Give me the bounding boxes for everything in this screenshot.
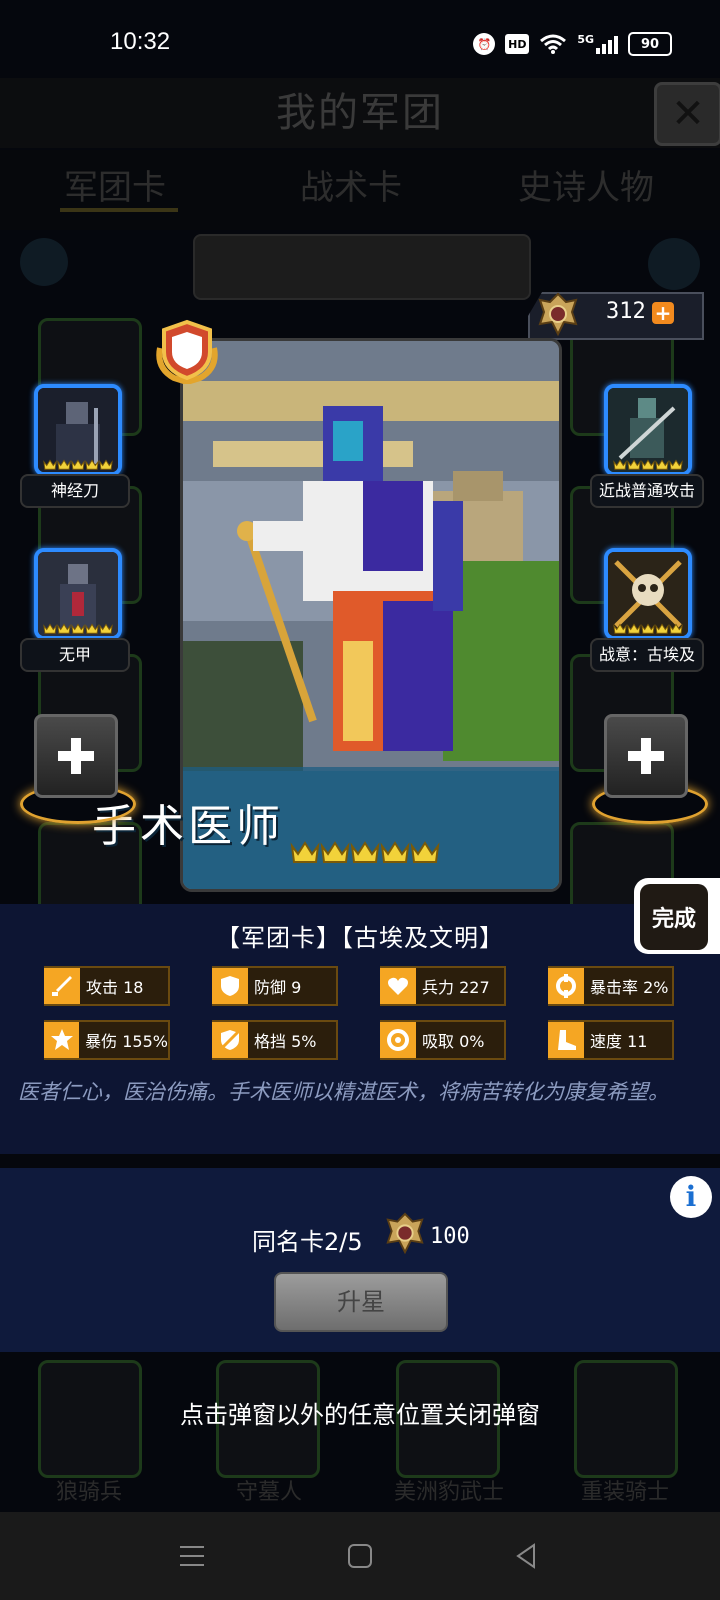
crown-icon — [85, 623, 99, 634]
tab-legion-cards: 军团卡 — [64, 168, 166, 208]
background-title: 我的军团 — [0, 78, 720, 148]
wifi-icon — [540, 34, 567, 54]
background-card-name: 重装骑士 — [580, 1480, 669, 1505]
crown-icon — [655, 623, 669, 634]
burst-icon — [44, 1022, 80, 1058]
slot-star-rating — [38, 623, 118, 634]
crown-icon — [71, 623, 85, 634]
status-icons: ⏰ HD 5G 90 — [473, 32, 672, 56]
plus-icon — [628, 738, 664, 774]
info-icon[interactable]: i — [670, 1176, 712, 1218]
boot-icon — [548, 1022, 584, 1058]
slot-label: 战意：古埃及 — [590, 638, 704, 672]
back-icon[interactable] — [510, 1540, 542, 1572]
done-button[interactable]: 完成 — [640, 884, 708, 950]
background-card-name: 守墓人 — [235, 1480, 302, 1505]
battery-icon: 90 — [628, 32, 672, 56]
upgrade-cost: 100 — [430, 1224, 470, 1249]
stat-troops: 兵力 227 — [380, 966, 506, 1006]
crown-icon — [669, 623, 683, 634]
stat-attack: 攻击 18 — [44, 966, 170, 1006]
menu-icon[interactable] — [176, 1540, 208, 1572]
stat-crit-rate: 暴击率 2% — [548, 966, 674, 1006]
same-name-card-count: 同名卡2/5 — [252, 1228, 363, 1256]
crown-icon — [655, 459, 669, 470]
legion-emblem-icon — [538, 292, 578, 337]
sword-icon — [44, 968, 80, 1004]
crown-icon — [380, 841, 410, 863]
upgrade-star-button[interactable]: 升星 — [274, 1272, 448, 1332]
tab-tactic-cards: 战术卡 — [300, 168, 402, 208]
background-search-box — [193, 234, 531, 300]
crown-icon — [641, 459, 655, 470]
block-icon — [212, 1022, 248, 1058]
tab-underline — [60, 208, 178, 212]
drain-icon — [380, 1022, 416, 1058]
crown-icon — [613, 459, 627, 470]
signal-icon — [596, 34, 618, 54]
hd-icon: HD — [505, 34, 530, 54]
stat-crit-damage: 暴伤 155% — [44, 1020, 170, 1060]
crown-icon — [290, 841, 320, 863]
crown-icon — [627, 623, 641, 634]
equipment-slot-right-2[interactable] — [604, 548, 692, 640]
crown-icon — [99, 459, 113, 470]
crown-icon — [99, 623, 113, 634]
home-icon[interactable] — [344, 1540, 376, 1572]
crown-icon — [320, 841, 350, 863]
crown-icon — [669, 459, 683, 470]
background-card-name: 美洲豹武士 — [393, 1480, 504, 1505]
card-type-line: 【军团卡】【古埃及文明】 — [216, 924, 504, 952]
add-equipment-right-button[interactable] — [604, 714, 688, 798]
crown-icon — [71, 459, 85, 470]
crit-icon — [548, 968, 584, 1004]
stat-drain: 吸取 0% — [380, 1020, 506, 1060]
slot-star-rating — [608, 459, 688, 470]
star-rating — [290, 840, 440, 864]
equipment-slot-right-1[interactable] — [604, 384, 692, 476]
slot-star-rating — [608, 623, 688, 634]
plus-icon — [58, 738, 94, 774]
rank-badge-icon — [156, 319, 218, 384]
equipment-slot-left-1[interactable] — [34, 384, 122, 476]
currency-value: 312 — [606, 299, 646, 324]
alarm-icon: ⏰ — [473, 33, 496, 55]
stat-block: 格挡 5% — [212, 1020, 338, 1060]
legion-emblem-icon — [386, 1212, 424, 1255]
network-type: 5G — [577, 32, 594, 46]
heart-icon — [380, 968, 416, 1004]
crown-icon — [85, 459, 99, 470]
crown-icon — [43, 623, 57, 634]
background-card-name: 狼骑兵 — [55, 1480, 122, 1505]
crown-icon — [350, 841, 380, 863]
stat-speed: 速度 11 — [548, 1020, 674, 1060]
slot-label: 无甲 — [20, 638, 130, 672]
shield-icon — [212, 968, 248, 1004]
slot-label: 神经刀 — [20, 474, 130, 508]
stat-defense: 防御 9 — [212, 966, 338, 1006]
card-description: 医者仁心，医治伤痛。手术医师以精湛医术，将病苦转化为康复希望。 — [18, 1080, 669, 1104]
status-time: 10:32 — [110, 28, 171, 55]
list-icon — [20, 238, 68, 286]
crown-icon — [641, 623, 655, 634]
add-currency-button[interactable]: + — [652, 302, 674, 324]
tab-epic-heroes: 史诗人物 — [518, 168, 654, 208]
close-hint: 点击弹窗以外的任意位置关闭弹窗 — [180, 1401, 540, 1429]
filter-icon — [648, 238, 700, 290]
add-equipment-left-button[interactable] — [34, 714, 118, 798]
crown-icon — [57, 459, 71, 470]
crown-icon — [43, 459, 57, 470]
equipment-slot-left-2[interactable] — [34, 548, 122, 640]
crown-icon — [627, 459, 641, 470]
crown-icon — [410, 841, 440, 863]
close-icon: ✕ — [654, 82, 720, 146]
slot-label: 近战普通攻击 — [590, 474, 704, 508]
slot-star-rating — [38, 459, 118, 470]
crown-icon — [613, 623, 627, 634]
crown-icon — [57, 623, 71, 634]
